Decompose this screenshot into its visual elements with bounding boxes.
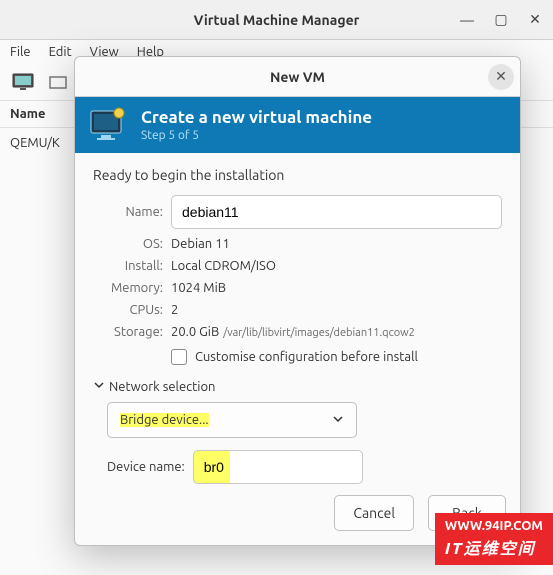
window-title: Virtual Machine Manager: [194, 12, 360, 28]
watermark-url: WWW.94IP.COM: [445, 519, 543, 533]
open-icon: [48, 73, 70, 91]
maximize-button[interactable]: ▢: [489, 11, 513, 28]
storage-size: 20.0 GiB: [171, 325, 219, 339]
monitor-create-icon: [89, 107, 129, 143]
storage-value: 20.0 GiB /var/lib/libvirt/images/debian1…: [171, 325, 502, 339]
dialog-body: Ready to begin the installation Name: OS…: [75, 153, 520, 485]
network-source-dropdown[interactable]: Bridge device...: [107, 402, 357, 438]
network-expander[interactable]: Network selection: [93, 379, 502, 394]
os-label: OS:: [93, 237, 163, 251]
watermark-text: IT运维空间: [445, 535, 543, 559]
window-controls: — ▢ ✕: [455, 0, 547, 39]
chevron-down-icon: [93, 379, 107, 394]
menu-edit[interactable]: Edit: [49, 45, 72, 59]
dropdown-selected: Bridge device...: [120, 413, 209, 427]
cpus-label: CPUs:: [93, 303, 163, 317]
titlebar: Virtual Machine Manager — ▢ ✕: [0, 0, 553, 40]
name-label: Name:: [93, 205, 163, 219]
memory-label: Memory:: [93, 281, 163, 295]
cancel-button[interactable]: Cancel: [334, 495, 414, 531]
close-icon: ✕: [495, 68, 507, 85]
name-input[interactable]: [171, 195, 502, 229]
dialog-titlebar: New VM ✕: [75, 57, 520, 97]
monitor-icon: [12, 73, 34, 91]
cpus-value: 2: [171, 303, 502, 317]
chevron-down-icon: [332, 413, 344, 428]
device-name-input[interactable]: [193, 450, 363, 484]
install-label: Install:: [93, 259, 163, 273]
wizard-step: Step 5 of 5: [141, 129, 372, 142]
storage-label: Storage:: [93, 325, 163, 339]
os-value: Debian 11: [171, 237, 502, 251]
customise-checkbox[interactable]: [171, 349, 187, 365]
memory-value: 1024 MiB: [171, 281, 502, 295]
wizard-header: Create a new virtual machine Step 5 of 5: [75, 97, 520, 153]
storage-path: /var/lib/libvirt/images/debian11.qcow2: [223, 327, 415, 339]
menu-file[interactable]: File: [10, 45, 31, 59]
install-value: Local CDROM/ISO: [171, 259, 502, 273]
wizard-title: Create a new virtual machine: [141, 108, 372, 127]
new-vm-toolbar-button[interactable]: [8, 69, 38, 95]
dialog-title: New VM: [270, 69, 325, 85]
open-toolbar-button[interactable]: [44, 69, 74, 95]
customise-label: Customise configuration before install: [195, 350, 418, 364]
network-section-label: Network selection: [109, 380, 215, 394]
minimize-button[interactable]: —: [455, 12, 479, 28]
dialog-close-button[interactable]: ✕: [488, 64, 514, 90]
new-vm-dialog: New VM ✕ Create a new virtual machine St…: [74, 56, 521, 546]
close-button[interactable]: ✕: [523, 11, 547, 28]
device-name-label: Device name:: [107, 460, 185, 474]
watermark: WWW.94IP.COM IT运维空间: [435, 513, 553, 565]
ready-label: Ready to begin the installation: [93, 167, 502, 183]
